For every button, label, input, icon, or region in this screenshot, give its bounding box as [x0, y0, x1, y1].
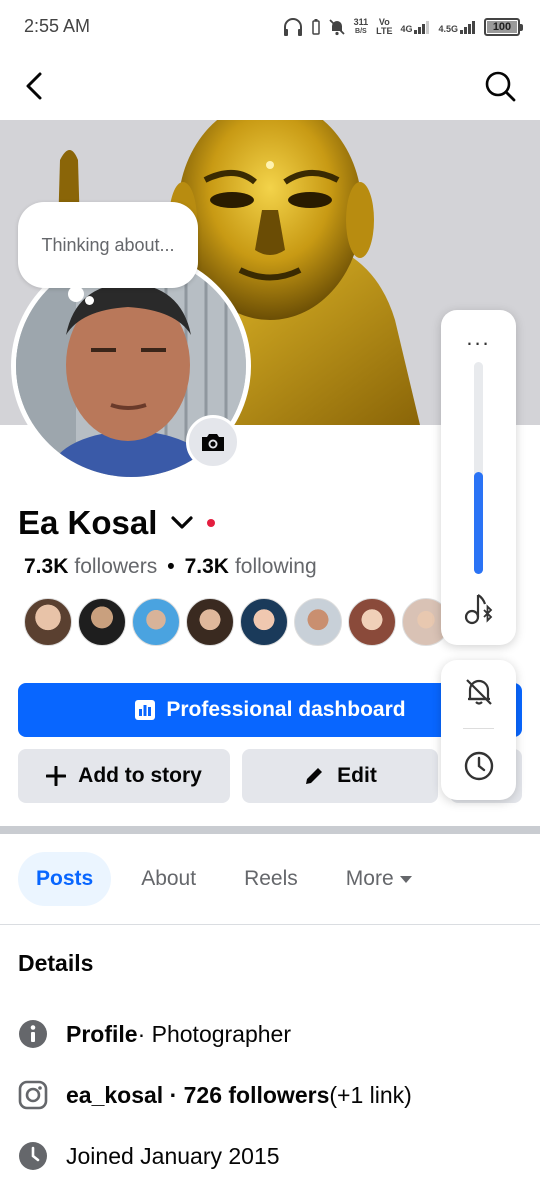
volume-slider-fill [474, 472, 483, 574]
pencil-icon [306, 768, 323, 784]
signal-4g: 4G [400, 20, 430, 34]
music-bluetooth-icon[interactable] [463, 592, 495, 626]
clock-icon[interactable] [463, 750, 495, 782]
instagram-icon [18, 1080, 48, 1110]
clock-icon [19, 1142, 47, 1170]
thought-bubble[interactable]: Thinking about... [18, 202, 198, 288]
details-heading: Details [18, 950, 94, 976]
tab-posts[interactable]: Posts [18, 852, 112, 906]
profile-category-value: · Photographer [137, 1020, 292, 1047]
camera-icon [202, 434, 224, 451]
battery-indicator: 100 [484, 18, 523, 36]
search-icon [485, 71, 516, 102]
volte-bottom: LTE [376, 26, 393, 36]
tab-posts-label: Posts [36, 867, 94, 890]
thought-bubble-tail [68, 286, 84, 302]
detail-instagram[interactable]: ea_kosal · 726 followers (+1 link) [18, 1078, 412, 1112]
chevron-down-icon[interactable] [169, 510, 195, 536]
dashboard-label: Professional dashboard [166, 698, 406, 721]
battery-saver-icon [311, 19, 320, 35]
net-speed-value: 311 [353, 17, 369, 27]
add-to-story-label: Add to story [78, 764, 202, 787]
tab-about[interactable]: About [123, 852, 214, 906]
status-icons: 311 B/S Vo LTE 4G 4.5G 100 [282, 14, 523, 40]
status-time: 2:55 AM [24, 16, 91, 36]
profile-name-row: Ea Kosal [18, 500, 216, 546]
tab-more-label: More [345, 867, 394, 890]
instagram-extra-links: (+1 link) [329, 1081, 412, 1108]
net-45g-label: 4.5G [438, 24, 458, 34]
volte-indicator: Vo LTE [376, 18, 392, 36]
thought-placeholder: Thinking about... [41, 234, 175, 255]
caret-down-icon [399, 875, 412, 883]
plus-icon [46, 766, 67, 786]
dashboard-chart-icon [135, 700, 156, 720]
friend-avatar[interactable] [24, 598, 72, 646]
signal-bars-icon [460, 21, 475, 34]
joined-date: Joined January 2015 [66, 1142, 280, 1169]
following-label: following [234, 555, 317, 578]
volume-more-button[interactable]: ... [441, 327, 516, 349]
search-button[interactable] [482, 68, 518, 104]
friends-preview[interactable] [24, 598, 450, 646]
tabs-divider [0, 924, 540, 925]
friend-avatar[interactable] [78, 598, 126, 646]
change-avatar-button[interactable] [186, 415, 240, 469]
volume-slider[interactable] [474, 362, 483, 574]
top-nav [0, 54, 540, 120]
profile-tabs: Posts About Reels More [18, 852, 442, 906]
instagram-handle[interactable]: ea_kosal · 726 followers [66, 1082, 329, 1109]
followers-label: followers [74, 555, 158, 578]
back-button[interactable] [18, 68, 54, 104]
detail-joined: Joined January 2015 [18, 1139, 280, 1173]
friend-avatar[interactable] [240, 598, 288, 646]
profile-category-label: Profile [66, 1020, 138, 1047]
tab-more[interactable]: More [328, 852, 430, 906]
net-speed: 311 B/S [354, 18, 369, 36]
edit-label: Edit [337, 764, 377, 787]
back-arrow-icon [26, 72, 42, 100]
profile-name: Ea Kosal [18, 504, 158, 541]
headphones-icon [283, 18, 302, 36]
following-link[interactable]: 7.3K following [185, 555, 317, 579]
status-bar: 2:55 AM 311 B/S Vo LTE 4G 4.5G 100 [0, 0, 540, 54]
tab-reels[interactable]: Reels [226, 852, 316, 906]
friend-avatar[interactable] [294, 598, 342, 646]
net-speed-unit: B/S [355, 28, 367, 35]
section-divider [0, 826, 540, 834]
tab-reels-label: Reels [244, 867, 298, 890]
thought-bubble-tail-small [85, 296, 94, 305]
tab-about-label: About [141, 867, 197, 890]
detail-profile-category: Profile · Photographer [18, 1017, 291, 1051]
followers-count: 7.3K [24, 555, 69, 578]
volume-panel: ... [441, 310, 516, 645]
battery-level: 100 [492, 21, 512, 33]
friend-avatar[interactable] [348, 598, 396, 646]
signal-bars-icon [414, 21, 430, 34]
info-icon [19, 1020, 47, 1048]
mute-bell-icon[interactable] [463, 676, 495, 708]
net-4g-label: 4G [400, 24, 413, 34]
friend-avatar[interactable] [132, 598, 180, 646]
volume-panel-secondary [441, 660, 516, 800]
follow-stats: 7.3K followers • 7.3K following [24, 552, 317, 582]
volume-panel-divider [463, 728, 494, 729]
followers-link[interactable]: 7.3K followers [24, 555, 157, 579]
friend-avatar[interactable] [186, 598, 234, 646]
notification-dot [207, 519, 216, 527]
stats-separator: • [167, 555, 175, 578]
add-to-story-button[interactable]: Add to story [18, 749, 230, 803]
edit-profile-button[interactable]: Edit [242, 749, 438, 803]
mute-bell-icon [328, 19, 345, 36]
following-count: 7.3K [184, 555, 229, 578]
signal-45g: 4.5G [438, 20, 476, 34]
